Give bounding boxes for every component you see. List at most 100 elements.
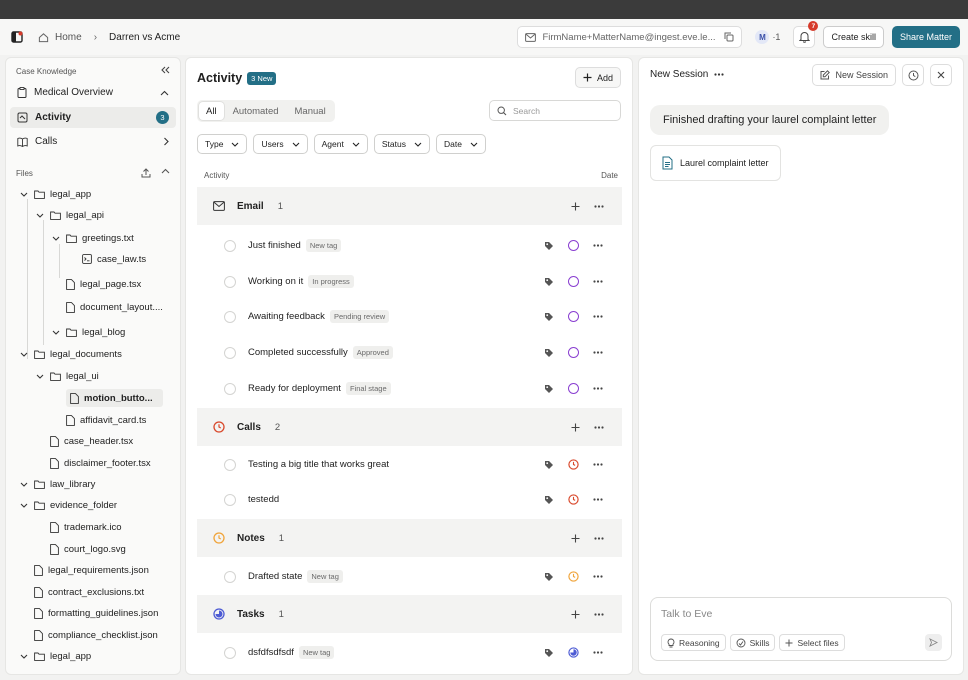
more-options-icon[interactable] — [594, 536, 604, 540]
tag-icon[interactable] — [544, 277, 554, 287]
tag-icon[interactable] — [544, 495, 554, 505]
call-status-icon[interactable] — [568, 494, 579, 505]
more-options-icon[interactable] — [593, 315, 603, 318]
more-options-icon[interactable] — [594, 204, 604, 208]
tag-icon[interactable] — [544, 648, 554, 658]
chevron-down-icon[interactable] — [18, 482, 29, 487]
history-button[interactable] — [902, 64, 924, 86]
status-ring-icon[interactable] — [568, 240, 579, 251]
add-icon[interactable] — [571, 610, 580, 619]
add-activity-button[interactable]: Add — [574, 67, 621, 88]
chat-composer[interactable]: Talk to Eve Reasoning Skills Select file… — [650, 597, 952, 661]
upload-icon[interactable] — [141, 168, 151, 178]
tree-item[interactable]: law_library — [18, 475, 95, 493]
activity-row[interactable]: dsfdfsdfsdf New tag — [197, 635, 622, 670]
tag-icon[interactable] — [544, 460, 554, 470]
chevron-down-icon[interactable] — [18, 352, 29, 357]
chevron-right-icon[interactable] — [163, 137, 169, 146]
tag-icon[interactable] — [544, 348, 554, 358]
activity-row[interactable]: Just finished New tag — [197, 228, 622, 263]
sidebar-item-activity[interactable]: Activity 3 — [10, 107, 176, 128]
more-options-icon[interactable] — [593, 387, 603, 390]
chevron-down-icon[interactable] — [34, 374, 45, 379]
chevron-down-icon[interactable] — [50, 236, 61, 241]
tree-item[interactable]: affidavit_card.ts — [66, 411, 146, 429]
chevron-down-icon[interactable] — [34, 213, 45, 218]
tree-item[interactable]: legal_documents — [18, 345, 122, 363]
call-status-icon[interactable] — [568, 459, 579, 470]
filter-type[interactable]: Type — [197, 134, 248, 154]
chevron-down-icon[interactable] — [50, 330, 61, 335]
create-skill-button[interactable]: Create skill — [823, 26, 884, 48]
tree-item[interactable]: greetings.txt — [50, 229, 134, 247]
row-checkbox[interactable] — [224, 493, 236, 506]
more-options-icon[interactable] — [593, 575, 603, 578]
row-checkbox[interactable] — [224, 646, 236, 659]
filter-agent[interactable]: Agent — [313, 134, 368, 154]
more-options-icon[interactable] — [593, 244, 603, 247]
members-avatar[interactable]: M ·1 — [750, 26, 785, 48]
ingest-email-field[interactable]: FirmName+MatterName@ingest.eve.le... — [517, 26, 743, 48]
activity-row[interactable]: Awaiting feedback Pending review — [197, 299, 622, 334]
row-checkbox[interactable] — [224, 346, 236, 359]
chevron-down-icon[interactable] — [18, 503, 29, 508]
reasoning-button[interactable]: Reasoning — [661, 634, 726, 651]
share-matter-button[interactable]: Share Matter — [891, 26, 960, 48]
tab-automated[interactable]: Automated — [226, 102, 286, 120]
row-checkbox[interactable] — [224, 239, 236, 252]
tag-icon[interactable] — [544, 241, 554, 251]
tag-icon[interactable] — [544, 384, 554, 394]
tree-item[interactable]: legal_requirements.json — [34, 561, 149, 579]
note-status-icon[interactable] — [568, 571, 579, 582]
more-options-icon[interactable] — [593, 651, 603, 654]
new-session-button[interactable]: New Session — [812, 64, 896, 86]
skills-button[interactable]: Skills — [729, 634, 776, 651]
home-icon[interactable] — [38, 32, 49, 43]
row-checkbox[interactable] — [224, 275, 236, 288]
app-logo-icon[interactable] — [10, 30, 24, 44]
row-checkbox[interactable] — [224, 382, 236, 395]
row-checkbox[interactable] — [224, 570, 236, 583]
tree-item[interactable]: compliance_checklist.json — [34, 626, 158, 644]
task-status-icon[interactable] — [568, 647, 579, 658]
copy-icon[interactable] — [724, 32, 734, 42]
tag-icon[interactable] — [544, 312, 554, 322]
activity-group-email[interactable]: Email 1 — [197, 187, 622, 225]
activity-row[interactable]: Drafted state New tag — [197, 559, 622, 594]
tree-item[interactable]: evidence_folder — [18, 496, 117, 514]
chat-input[interactable]: Talk to Eve — [661, 608, 712, 620]
sidebar-item-calls[interactable]: Calls — [10, 131, 176, 152]
tree-item[interactable]: disclaimer_footer.tsx — [50, 454, 151, 472]
activity-group-notes[interactable]: Notes 1 — [197, 519, 622, 557]
activity-row[interactable]: Completed successfully Approved — [197, 335, 622, 370]
tree-item[interactable]: court_logo.svg — [50, 540, 126, 558]
row-checkbox[interactable] — [224, 458, 236, 471]
status-ring-icon[interactable] — [568, 311, 579, 322]
row-checkbox[interactable] — [224, 310, 236, 323]
activity-row[interactable]: Ready for deployment Final stage — [197, 371, 622, 406]
sidebar-item-medical-overview[interactable]: Medical Overview — [10, 82, 176, 103]
tree-item[interactable]: trademark.ico — [50, 518, 122, 536]
tree-item[interactable]: legal_api — [34, 206, 104, 224]
activity-row[interactable]: testedd — [197, 482, 622, 517]
tree-item[interactable]: legal_app — [18, 647, 91, 665]
activity-row[interactable]: Working on it In progress — [197, 264, 622, 299]
more-options-icon[interactable] — [593, 280, 603, 283]
add-icon[interactable] — [571, 423, 580, 432]
more-options-icon[interactable] — [594, 612, 604, 616]
activity-group-tasks[interactable]: Tasks 1 — [197, 595, 622, 633]
send-button[interactable] — [925, 634, 942, 651]
select-files-button[interactable]: Select files — [779, 634, 845, 651]
more-options-icon[interactable] — [714, 73, 724, 76]
status-ring-icon[interactable] — [568, 276, 579, 287]
breadcrumb-current[interactable]: Darren vs Acme — [109, 32, 180, 43]
tree-item[interactable]: legal_blog — [50, 323, 125, 341]
status-ring-icon[interactable] — [568, 347, 579, 358]
activity-group-calls[interactable]: Calls 2 — [197, 408, 622, 446]
notifications-button[interactable]: 7 — [793, 21, 819, 48]
tree-item[interactable]: case_law.ts — [82, 250, 146, 268]
document-card[interactable]: Laurel complaint letter — [650, 145, 781, 181]
tree-item[interactable]: legal_app — [18, 185, 91, 203]
tree-item[interactable]: document_layout.... — [66, 298, 163, 316]
tree-item[interactable]: formatting_guidelines.json — [34, 604, 158, 622]
